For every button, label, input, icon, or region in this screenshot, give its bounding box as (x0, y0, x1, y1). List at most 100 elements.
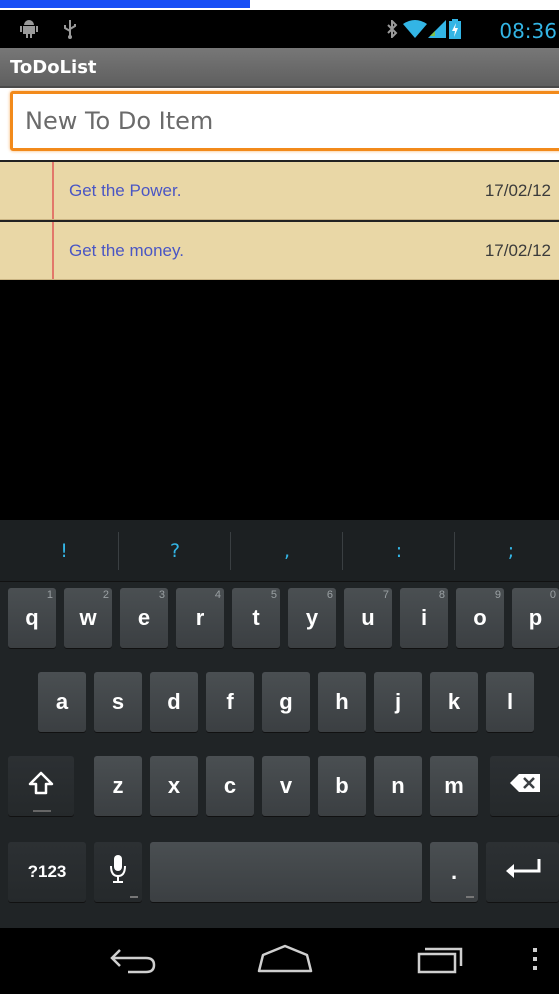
status-bar: 08:36 (0, 10, 559, 48)
key-label: j (394, 689, 402, 714)
key-hint: 6 (326, 589, 333, 601)
key-label: q (25, 605, 39, 630)
key-q[interactable]: q1 (8, 588, 56, 648)
key-label: o (473, 605, 487, 630)
symbols-key[interactable]: ?123 (8, 842, 86, 902)
key-label: ?123 (27, 862, 67, 881)
key-p[interactable]: p0 (512, 588, 559, 648)
key-hint: 4 (214, 589, 221, 601)
key-label: h (335, 689, 349, 714)
shift-icon (28, 770, 54, 802)
recents-icon (415, 944, 465, 978)
key-t[interactable]: t5 (232, 588, 280, 648)
key-label: s (111, 689, 125, 714)
back-icon (106, 944, 158, 978)
input-area (0, 88, 559, 160)
enter-key[interactable] (486, 842, 559, 902)
suggestion-question[interactable]: ? (119, 520, 231, 582)
key-hint: 2 (102, 589, 109, 601)
key-y[interactable]: y6 (288, 588, 336, 648)
backspace-icon (509, 773, 541, 799)
back-button[interactable] (100, 940, 164, 982)
key-label: . (450, 859, 458, 884)
key-label: l (506, 689, 514, 714)
suggestion-semicolon[interactable]: ; (455, 520, 559, 582)
key-g[interactable]: g (262, 672, 310, 732)
key-u[interactable]: u7 (344, 588, 392, 648)
key-v[interactable]: v (262, 756, 310, 816)
key-hint: 8 (438, 589, 445, 601)
key-hint: 7 (382, 589, 389, 601)
recents-button[interactable] (410, 940, 470, 982)
key-a[interactable]: a (38, 672, 86, 732)
voice-input-key[interactable] (94, 842, 142, 902)
navigation-bar (0, 928, 559, 994)
shift-key[interactable] (8, 756, 74, 816)
action-bar: ToDoList (0, 48, 559, 88)
key-e[interactable]: e3 (120, 588, 168, 648)
key-label: n (391, 773, 405, 798)
key-label: r (195, 605, 205, 630)
key-hint: 3 (158, 589, 165, 601)
key-label: e (137, 605, 151, 630)
bluetooth-icon (385, 18, 399, 40)
key-hint: 0 (549, 589, 556, 601)
todo-date: 17/02/12 (484, 181, 551, 200)
key-label: i (420, 605, 428, 630)
key-label: d (167, 689, 181, 714)
key-hint: 1 (46, 589, 53, 601)
shift-indicator (33, 810, 51, 812)
key-j[interactable]: j (374, 672, 422, 732)
notepad-margin-line (52, 162, 54, 219)
key-label: c (223, 773, 237, 798)
todo-list-item[interactable]: Get the money. 17/02/12 (0, 220, 559, 280)
todo-list-item[interactable]: Get the Power. 17/02/12 (0, 160, 559, 220)
backspace-key[interactable] (490, 756, 559, 816)
key-label: z (112, 773, 124, 798)
key-m[interactable]: m (430, 756, 478, 816)
suggestion-comma[interactable]: , (231, 520, 343, 582)
key-x[interactable]: x (150, 756, 198, 816)
status-time: 08:36 (499, 19, 557, 43)
key-label: v (279, 773, 293, 798)
key-k[interactable]: k (430, 672, 478, 732)
key-label: x (167, 773, 181, 798)
home-icon (255, 943, 315, 979)
todo-task-text: Get the money. (69, 241, 184, 260)
space-key[interactable] (150, 842, 422, 902)
app-title: ToDoList (10, 57, 97, 78)
key-hint: 9 (494, 589, 501, 601)
key-label: y (305, 605, 319, 630)
key-l[interactable]: l (486, 672, 534, 732)
period-indicator (466, 896, 474, 898)
menu-button[interactable] (522, 940, 548, 982)
suggestion-exclamation[interactable]: ! (8, 520, 120, 582)
notepad-margin-line (52, 222, 54, 279)
key-period[interactable]: . (430, 842, 478, 902)
home-button[interactable] (252, 940, 318, 982)
usb-icon (60, 18, 80, 40)
key-label: f (226, 689, 234, 714)
signal-icon (428, 18, 446, 40)
key-h[interactable]: h (318, 672, 366, 732)
menu-icon (532, 947, 538, 975)
key-c[interactable]: c (206, 756, 254, 816)
top-link-fragment (0, 0, 559, 10)
key-r[interactable]: r4 (176, 588, 224, 648)
key-d[interactable]: d (150, 672, 198, 732)
key-label: a (55, 689, 69, 714)
new-todo-input[interactable] (10, 91, 559, 151)
key-n[interactable]: n (374, 756, 422, 816)
key-label: b (335, 773, 349, 798)
key-b[interactable]: b (318, 756, 366, 816)
key-s[interactable]: s (94, 672, 142, 732)
key-f[interactable]: f (206, 672, 254, 732)
todo-task-text: Get the Power. (69, 181, 182, 200)
suggestion-colon[interactable]: : (343, 520, 455, 582)
key-w[interactable]: w2 (64, 588, 112, 648)
key-label: u (361, 605, 375, 630)
microphone-icon (109, 854, 127, 890)
key-o[interactable]: o9 (456, 588, 504, 648)
key-i[interactable]: i8 (400, 588, 448, 648)
key-z[interactable]: z (94, 756, 142, 816)
